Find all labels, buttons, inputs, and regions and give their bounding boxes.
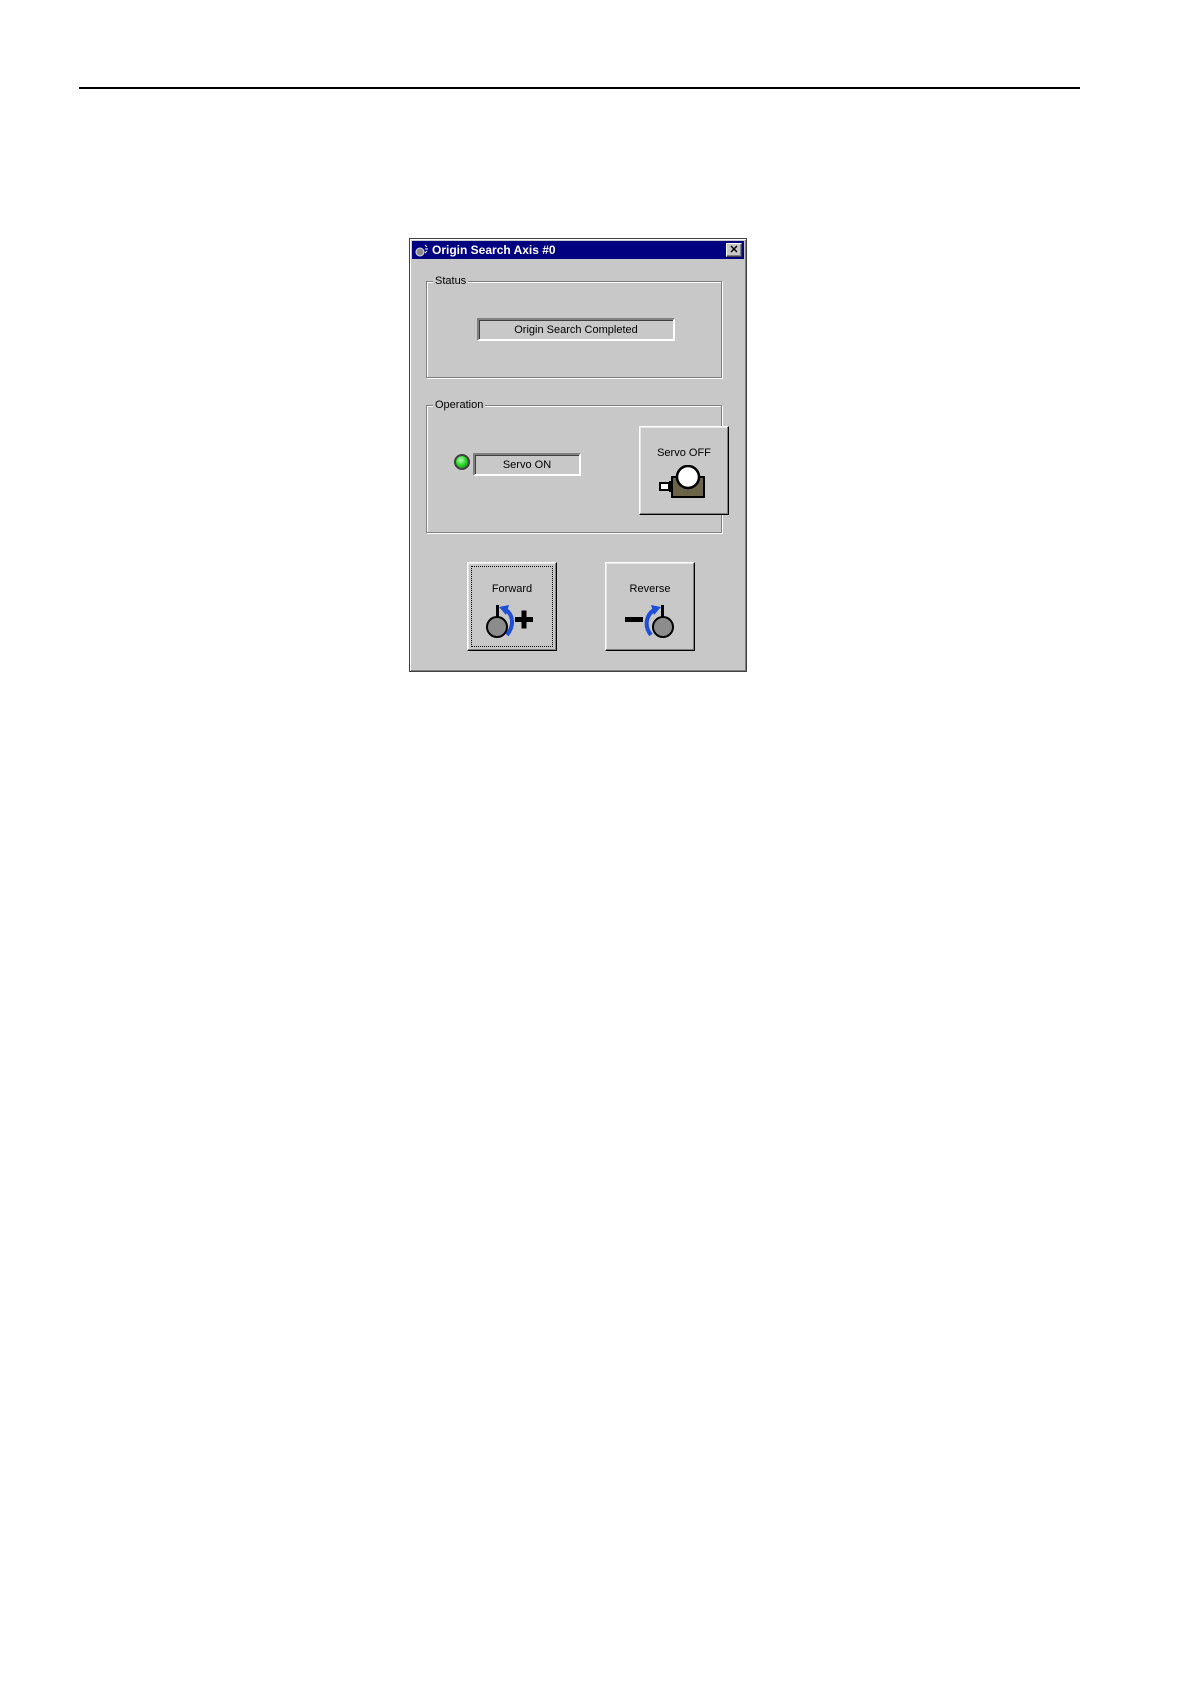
servo-status-led-icon — [454, 454, 470, 470]
rotate-reverse-minus-icon — [623, 603, 677, 644]
forward-button-label: Forward — [491, 583, 533, 595]
rotate-forward-plus-icon — [485, 603, 539, 644]
operation-group-label: Operation — [433, 398, 486, 412]
app-icon — [414, 242, 430, 258]
reverse-button-label: Reverse — [629, 583, 671, 595]
title-bar[interactable]: Origin Search Axis #0 ✕ — [412, 241, 744, 259]
reverse-button[interactable]: Reverse — [605, 562, 695, 651]
origin-search-dialog: Origin Search Axis #0 ✕ Status Origin Se… — [409, 238, 747, 672]
servo-state-display: Servo ON — [473, 453, 581, 476]
servo-off-button[interactable]: Servo OFF — [639, 426, 729, 515]
servo-off-button-label: Servo OFF — [657, 447, 711, 459]
operation-groupbox: Operation Servo ON Servo OFF — [426, 398, 729, 533]
forward-button[interactable]: Forward — [467, 562, 557, 651]
servo-motor-icon — [658, 464, 710, 504]
status-groupbox: Status Origin Search Completed — [426, 274, 722, 378]
close-button[interactable]: ✕ — [726, 243, 742, 257]
status-group-label: Status — [433, 274, 469, 288]
page-header-rule — [79, 87, 1080, 89]
status-display: Origin Search Completed — [477, 318, 675, 341]
window-title: Origin Search Axis #0 — [432, 243, 556, 257]
close-icon: ✕ — [729, 243, 739, 256]
